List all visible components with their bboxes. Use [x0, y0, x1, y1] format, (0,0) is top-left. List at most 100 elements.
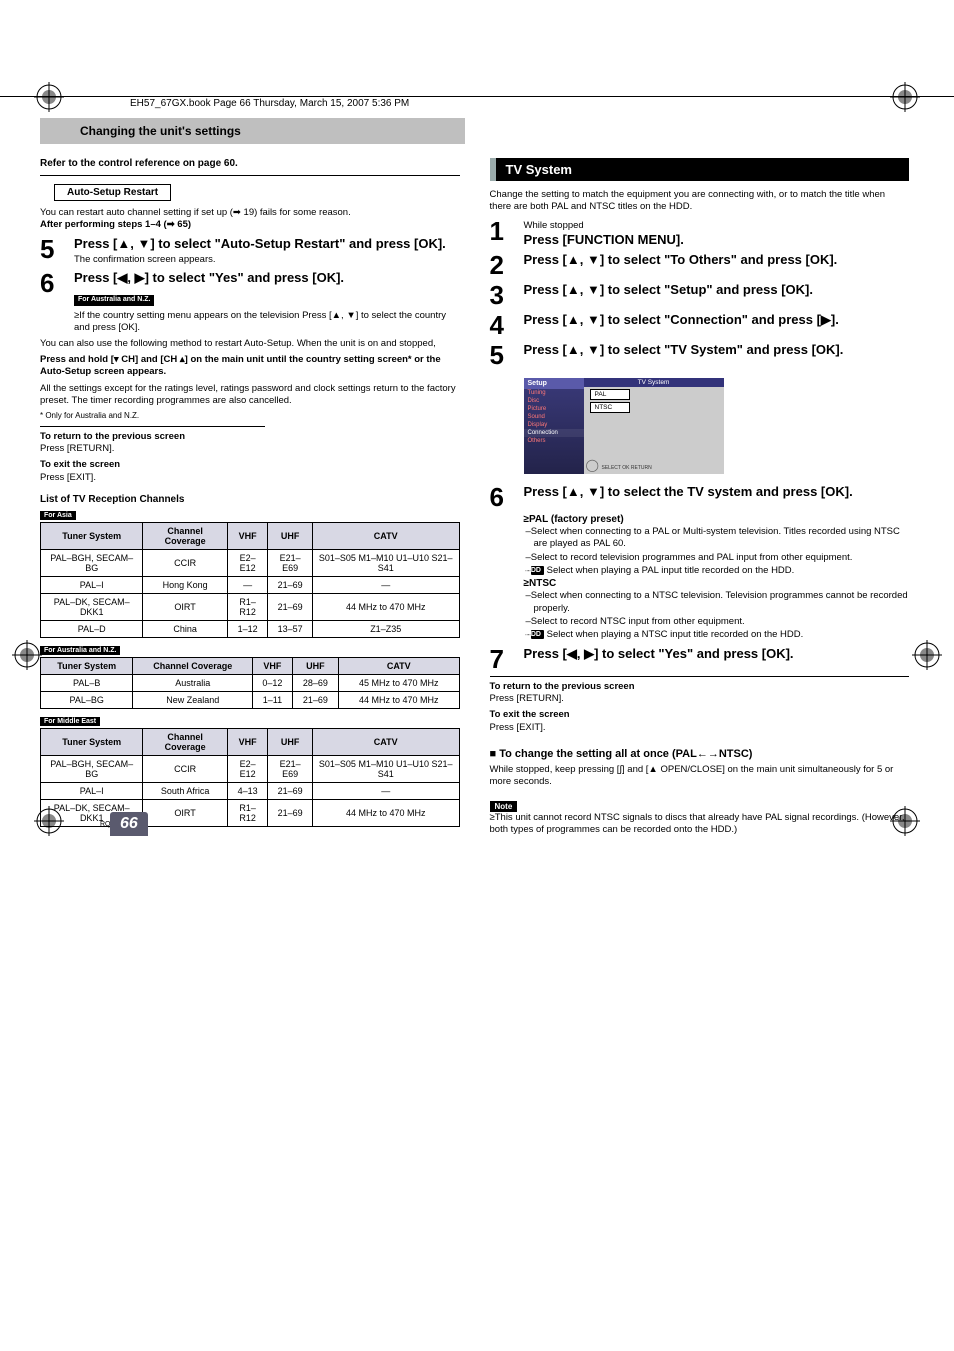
step-number: 7 [490, 646, 524, 672]
step-7: 7 Press [◀, ▶] to select "Yes" and press… [490, 646, 910, 672]
auto-setup-label: Auto-Setup Restart [54, 184, 171, 201]
bullet: –HDD Select when playing a NTSC input ti… [534, 629, 910, 641]
th: Channel Coverage [143, 523, 227, 550]
step-number: 6 [490, 484, 524, 510]
table-row: PAL–BAustralia0–1228–6945 MHz to 470 MHz [41, 675, 460, 692]
illust-main-bar: TV System [584, 378, 724, 387]
region-tag: For Middle East [40, 717, 100, 726]
pal-label: ≥PAL (factory preset) [524, 514, 910, 525]
left-column: Refer to the control reference on page 6… [40, 158, 460, 836]
note-label: Note [490, 801, 518, 812]
right-column: TV System Change the setting to match th… [490, 158, 910, 836]
step-text: Press [◀, ▶] to select "Yes" and press [… [524, 646, 910, 672]
th: Channel Coverage [143, 729, 227, 756]
illust-sidebar-item: Picture [524, 405, 584, 413]
illust-option: NTSC [590, 402, 630, 413]
ntsc-label: ≥NTSC [524, 578, 910, 589]
th: CATV [312, 729, 459, 756]
illust-sidebar-item: Connection [524, 429, 584, 437]
footnote: * Only for Australia and N.Z. [40, 411, 460, 421]
bullet: –Select when connecting to a NTSC televi… [534, 590, 910, 615]
illust-sidebar-title: Setup [524, 378, 584, 389]
table-header-row: Tuner System Channel Coverage VHF UHF CA… [41, 523, 460, 550]
th: UHF [268, 729, 313, 756]
table-row: PAL–BGH, SECAM–BGCCIRE2–E12E21–E69S01–S0… [41, 550, 460, 577]
exit-heading: To exit the screen [490, 709, 570, 720]
th: CATV [312, 523, 459, 550]
th: CATV [338, 658, 459, 675]
change-all-body: While stopped, keep pressing [∫] and [▲ … [490, 764, 910, 789]
step-text: Press [FUNCTION MENU]. [524, 232, 684, 247]
tv-system-title: TV System [490, 158, 910, 181]
step-text: Press [▲, ▼] to select the TV system and… [524, 484, 910, 510]
step-3: 3 Press [▲, ▼] to select "Setup" and pre… [490, 282, 910, 308]
table-row: PAL–IHong Kong—21–69— [41, 577, 460, 594]
table-row: PAL–BGNew Zealand1–1121–6944 MHz to 470 … [41, 692, 460, 709]
step-5: 5 Press [▲, ▼] to select "Auto-Setup Res… [40, 236, 460, 266]
th: UHF [292, 658, 338, 675]
th: Tuner System [41, 658, 133, 675]
illust-remote-ok: OK [622, 465, 629, 471]
step-5b: 5 Press [▲, ▼] to select "TV System" and… [490, 342, 910, 368]
table-row: PAL–BGH, SECAM–BGCCIRE2–E12E21–E69S01–S0… [41, 756, 460, 783]
table-row: PAL–DChina1–1213–57Z1–Z35 [41, 621, 460, 638]
th: VHF [227, 523, 268, 550]
step-6b: 6 Press [▲, ▼] to select the TV system a… [490, 484, 910, 510]
exit-body: Press [EXIT]. [490, 722, 546, 733]
th: Tuner System [41, 523, 143, 550]
region-tag: For Australia and N.Z. [40, 646, 120, 655]
return-heading: To return to the previous screen [40, 431, 185, 442]
page-number: 66 [110, 812, 148, 836]
paragraph: Press and hold [▾ CH] and [CH ▴] on the … [40, 354, 460, 379]
step-text: Press [▲, ▼] to select "TV System" and p… [524, 342, 910, 368]
paragraph: You can also use the following method to… [40, 338, 460, 350]
table-aus: Tuner System Channel Coverage VHF UHF CA… [40, 657, 460, 709]
step-text: Press [▲, ▼] to select "Auto-Setup Resta… [74, 236, 446, 251]
bullet: –Select to record television programmes … [534, 552, 910, 564]
divider [490, 676, 910, 677]
step-4: 4 Press [▲, ▼] to select "Connection" an… [490, 312, 910, 338]
region-tag: For Australia and N.Z. [74, 295, 154, 306]
table-header-row: Tuner System Channel Coverage VHF UHF CA… [41, 729, 460, 756]
step-number: 2 [490, 252, 524, 278]
bullet: –HDD Select when playing a PAL input tit… [534, 565, 910, 577]
list-heading: List of TV Reception Channels [40, 494, 460, 505]
divider [40, 426, 265, 427]
th: VHF [253, 658, 293, 675]
illust-option: PAL [590, 389, 630, 400]
illust-sidebar-item: Tuning [524, 389, 584, 397]
step-1: 1 While stopped Press [FUNCTION MENU]. [490, 218, 910, 248]
note-body: ≥This unit cannot record NTSC signals to… [490, 812, 910, 837]
illust-sidebar-item: Display [524, 421, 584, 429]
step-6: 6 Press [◀, ▶] to select "Yes" and press… [40, 270, 460, 334]
step-2: 2 Press [▲, ▼] to select "To Others" and… [490, 252, 910, 278]
divider [40, 175, 460, 176]
step-sub: The confirmation screen appears. [74, 254, 460, 266]
step-text: Press [▲, ▼] to select "Setup" and press… [524, 282, 910, 308]
section-title: Changing the unit's settings [40, 118, 465, 144]
th: Channel Coverage [133, 658, 253, 675]
illust-sidebar-item: Disc [524, 397, 584, 405]
step-number: 5 [40, 236, 74, 266]
region-tag: For Asia [40, 511, 76, 520]
step-text: Press [▲, ▼] to select "To Others" and p… [524, 252, 910, 278]
ref-line: Refer to the control reference on page 6… [40, 158, 460, 169]
step-sub: While stopped [524, 220, 910, 232]
step-number: 4 [490, 312, 524, 338]
step-number: 1 [490, 218, 524, 248]
return-heading: To return to the previous screen [490, 681, 635, 692]
table-row: PAL–ISouth Africa4–1321–69— [41, 783, 460, 800]
hdd-tag: HDD [531, 566, 544, 575]
exit-body: Press [EXIT]. [40, 472, 96, 483]
table-me: Tuner System Channel Coverage VHF UHF CA… [40, 728, 460, 827]
th: VHF [227, 729, 268, 756]
setup-illustration: Setup Tuning Disc Picture Sound Display … [524, 378, 724, 474]
step-number: 5 [490, 342, 524, 368]
exit-heading: To exit the screen [40, 459, 120, 470]
illust-remote-return: RETURN [631, 465, 652, 471]
bullet: –Select when connecting to a PAL or Mult… [534, 526, 910, 551]
return-body: Press [RETURN]. [490, 693, 564, 704]
remote-icon: ◯ [586, 458, 599, 472]
illust-sidebar-item: Others [524, 437, 584, 445]
change-all-heading: ■ To change the setting all at once (PAL… [490, 748, 910, 760]
